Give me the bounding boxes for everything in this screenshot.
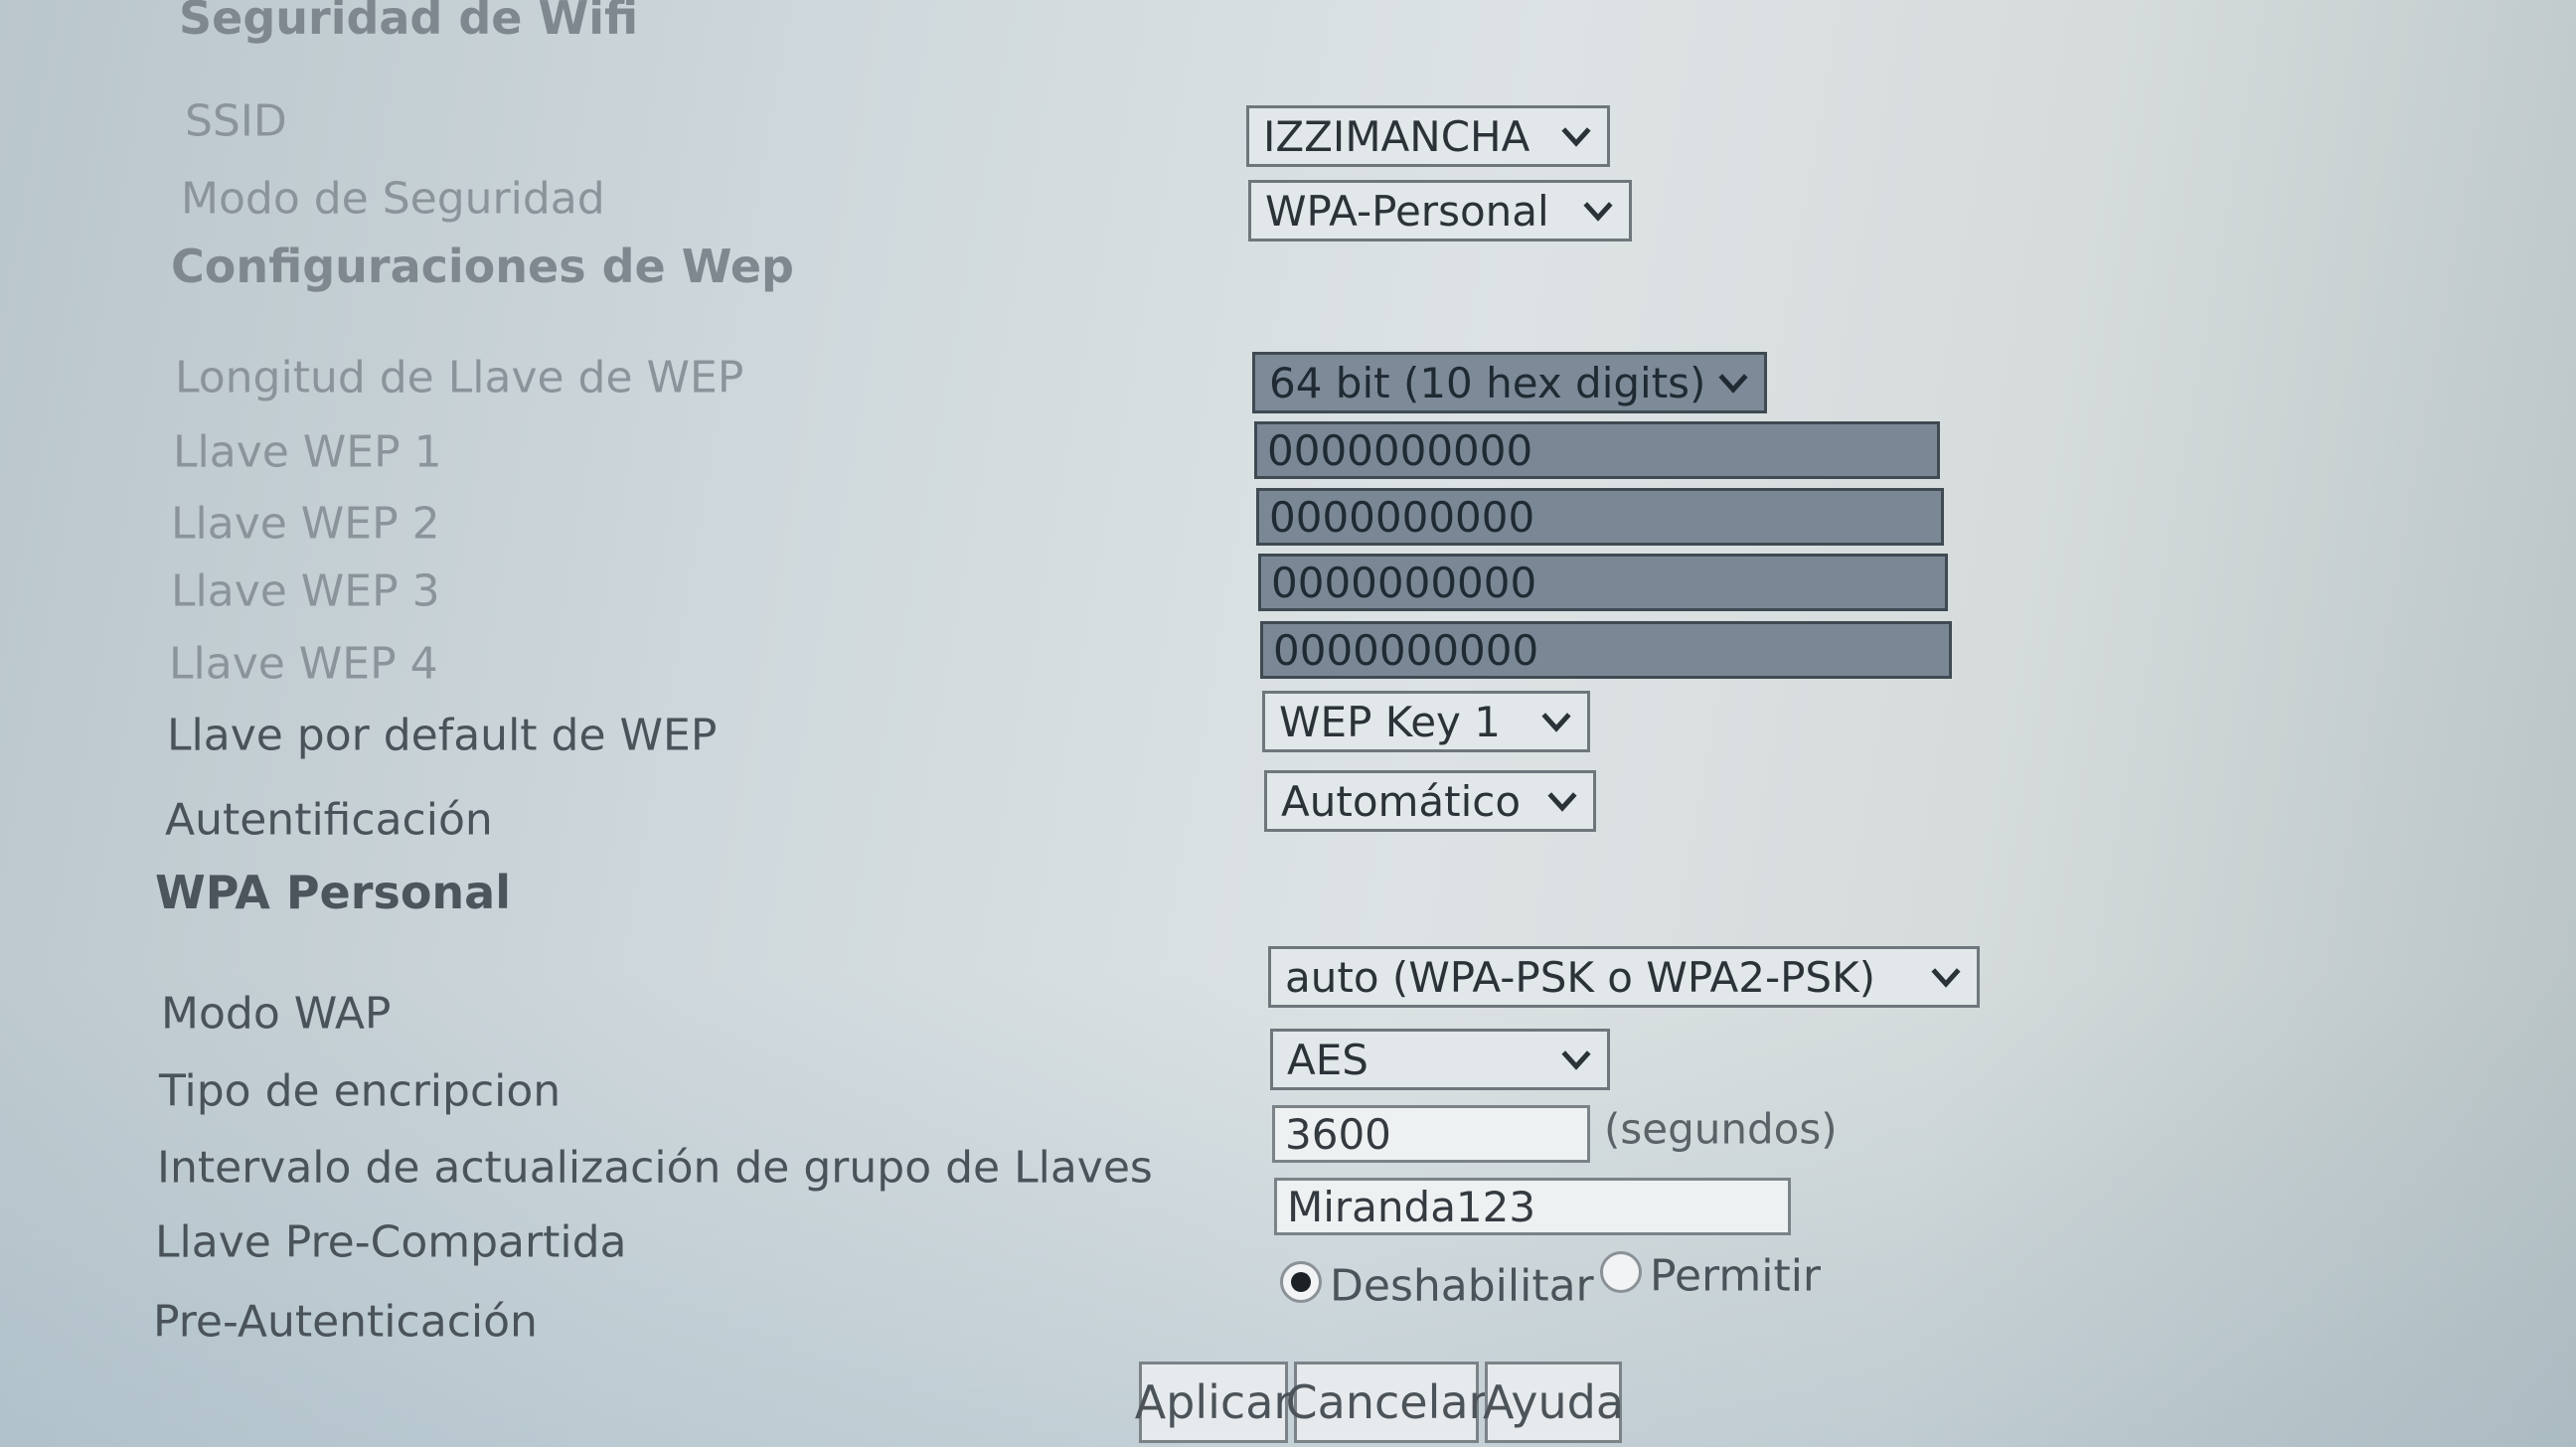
ssid-select-value: IZZIMANCHA: [1263, 111, 1530, 161]
wep-default-key-select[interactable]: WEP Key 1: [1262, 691, 1590, 752]
authentication-select-value: Automático: [1281, 776, 1522, 826]
ssid-label: SSID: [185, 95, 287, 147]
group-key-interval-input[interactable]: 3600: [1272, 1105, 1590, 1163]
wifi-security-page: Seguridad de Wifi SSID IZZIMANCHA Modo d…: [0, 0, 2576, 1447]
pre-auth-allow-label: Permitir: [1650, 1250, 1822, 1302]
chevron-down-icon: [1541, 713, 1571, 732]
pre-auth-disable-radio[interactable]: [1280, 1261, 1322, 1303]
wep-key-3-label: Llave WEP 3: [171, 565, 440, 617]
wep-key-3-input[interactable]: 0000000000: [1258, 554, 1948, 611]
pre-shared-key-input[interactable]: Miranda123: [1274, 1178, 1791, 1235]
authentication-label: Autentificación: [165, 794, 493, 846]
encryption-type-select[interactable]: AES: [1270, 1029, 1610, 1090]
security-mode-label: Modo de Seguridad: [181, 173, 605, 225]
section-title-wifi-security: Seguridad de Wifi: [179, 0, 639, 45]
wep-key-2-input[interactable]: 0000000000: [1256, 488, 1944, 546]
security-mode-select[interactable]: WPA-Personal: [1248, 180, 1632, 241]
section-title-wpa-personal: WPA Personal: [155, 866, 511, 919]
wep-key-4-input[interactable]: 0000000000: [1260, 621, 1952, 679]
chevron-down-icon: [1547, 792, 1577, 812]
pre-auth-disable-label: Deshabilitar: [1330, 1260, 1594, 1312]
wep-default-key-select-value: WEP Key 1: [1279, 697, 1501, 746]
chevron-down-icon: [1561, 1050, 1591, 1070]
pre-auth-allow-radio[interactable]: [1600, 1251, 1642, 1293]
chevron-down-icon: [1931, 968, 1961, 988]
wpa-mode-select[interactable]: auto (WPA-PSK o WPA2-PSK): [1268, 946, 1980, 1008]
group-key-interval-unit: (segundos): [1604, 1104, 1838, 1154]
apply-button[interactable]: Aplicar: [1135, 1362, 1292, 1443]
wpa-mode-label: Modo WAP: [161, 988, 392, 1040]
wpa-mode-select-value: auto (WPA-PSK o WPA2-PSK): [1285, 952, 1876, 1002]
pre-authentication-label: Pre-Autenticación: [153, 1296, 538, 1348]
wep-key-2-label: Llave WEP 2: [171, 498, 440, 550]
group-key-interval-label: Intervalo de actualización de grupo de L…: [157, 1142, 1153, 1194]
wep-key-1-input[interactable]: 0000000000: [1254, 421, 1940, 479]
chevron-down-icon: [1561, 127, 1591, 147]
wep-key-4-label: Llave WEP 4: [169, 638, 438, 690]
chevron-down-icon: [1583, 202, 1613, 222]
security-mode-select-value: WPA-Personal: [1265, 186, 1549, 236]
chevron-down-icon: [1718, 374, 1748, 394]
wep-key-length-select-value: 64 bit (10 hex digits): [1269, 358, 1706, 407]
cancel-button[interactable]: Cancelar: [1286, 1362, 1487, 1443]
pre-shared-key-label: Llave Pre-Compartida: [155, 1216, 627, 1268]
section-title-wep-settings: Configuraciones de Wep: [171, 240, 794, 293]
encryption-type-label: Tipo de encripcion: [159, 1065, 562, 1117]
encryption-type-select-value: AES: [1287, 1035, 1368, 1084]
help-button[interactable]: Ayuda: [1483, 1362, 1624, 1443]
wep-default-key-label: Llave por default de WEP: [167, 710, 718, 761]
wep-key-length-label: Longitud de Llave de WEP: [175, 352, 744, 403]
wep-key-length-select[interactable]: 64 bit (10 hex digits): [1252, 352, 1767, 413]
authentication-select[interactable]: Automático: [1264, 770, 1596, 832]
ssid-select[interactable]: IZZIMANCHA: [1246, 105, 1610, 167]
wep-key-1-label: Llave WEP 1: [173, 426, 442, 478]
